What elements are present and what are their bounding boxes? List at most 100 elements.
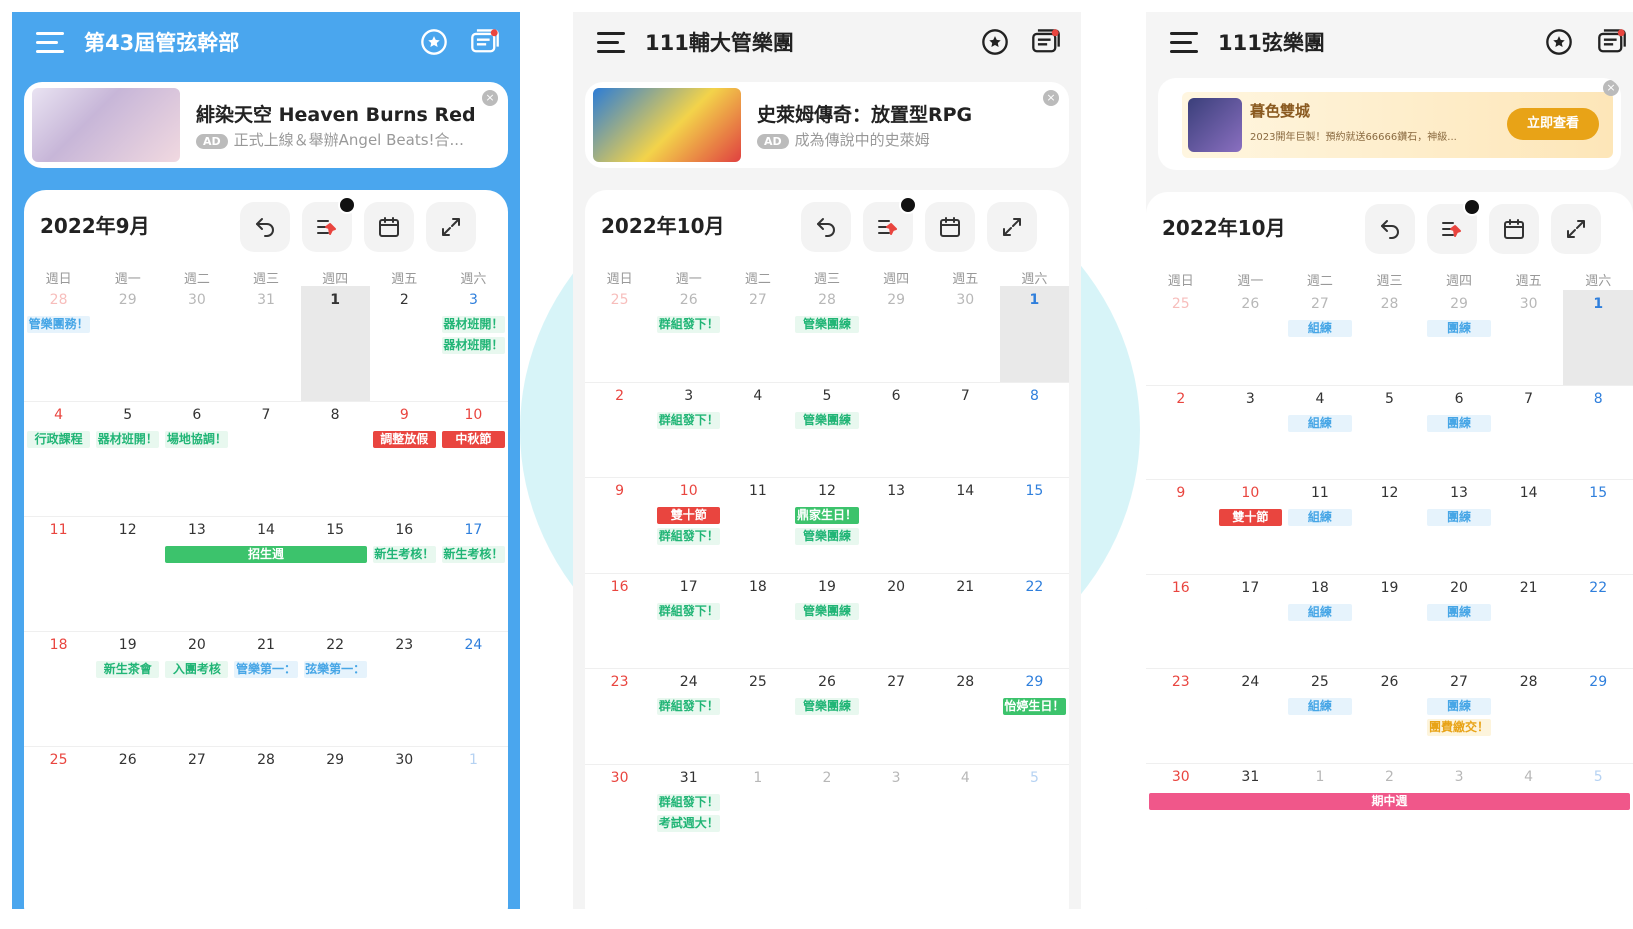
star-circle-icon[interactable] — [420, 28, 448, 56]
day-cell[interactable]: 22 — [301, 637, 370, 653]
undo-button[interactable] — [801, 202, 851, 252]
day-cell[interactable]: 10 — [1216, 485, 1286, 501]
ad-close-icon[interactable]: × — [1603, 80, 1619, 96]
event-chip[interactable]: 組練 — [1288, 320, 1352, 337]
day-cell[interactable]: 31 — [1216, 769, 1286, 785]
day-cell[interactable]: 28 — [1355, 296, 1425, 312]
event-chip[interactable]: 行政課程 — [27, 431, 91, 448]
day-cell[interactable]: 6 — [162, 407, 231, 423]
day-cell[interactable]: 2 — [585, 388, 654, 404]
event-chip[interactable]: 管樂第一： — [234, 661, 298, 678]
chat-icon[interactable] — [1031, 28, 1060, 56]
day-cell[interactable]: 19 — [792, 579, 861, 595]
ad-card[interactable]: 暮色雙城 2023開年巨製！預約就送66666鑽石，神級... 立即查看 — [1182, 92, 1613, 158]
day-cell[interactable]: 28 — [1494, 674, 1564, 690]
day-cell[interactable]: 29 — [1424, 296, 1494, 312]
day-cell[interactable]: 26 — [93, 752, 162, 768]
day-cell[interactable]: 4 — [723, 388, 792, 404]
event-chip[interactable]: 團費繳交！ — [1427, 719, 1491, 736]
day-cell[interactable]: 12 — [93, 522, 162, 538]
day-cell[interactable]: 11 — [1285, 485, 1355, 501]
event-chip[interactable]: 新生考核！ — [372, 546, 436, 563]
event-chip[interactable]: 弦樂第一： — [303, 661, 367, 678]
day-cell[interactable]: 2 — [370, 292, 439, 308]
event-chip[interactable]: 群組發下！ — [657, 698, 721, 715]
day-cell[interactable]: 20 — [862, 579, 931, 595]
day-cell[interactable]: 14 — [931, 483, 1000, 499]
event-chip[interactable]: 管樂團練 — [795, 698, 859, 715]
day-cell[interactable]: 29 — [93, 292, 162, 308]
day-cell[interactable]: 16 — [585, 579, 654, 595]
day-cell[interactable]: 29 — [1000, 674, 1069, 690]
calendar-button[interactable] — [925, 202, 975, 252]
day-cell[interactable]: 28 — [931, 674, 1000, 690]
day-cell[interactable]: 27 — [1424, 674, 1494, 690]
day-cell[interactable]: 3 — [1216, 391, 1286, 407]
event-chip[interactable]: 組練 — [1288, 603, 1352, 621]
day-cell[interactable]: 13 — [162, 522, 231, 538]
ad-close-icon[interactable]: × — [1043, 90, 1059, 106]
menu-icon[interactable] — [597, 32, 627, 54]
day-cell[interactable]: 9 — [370, 407, 439, 423]
expand-button[interactable] — [426, 202, 476, 252]
chat-icon[interactable] — [470, 28, 499, 56]
day-cell[interactable]: 5 — [792, 388, 861, 404]
day-cell[interactable]: 10 — [654, 483, 723, 499]
day-cell[interactable]: 21 — [231, 637, 300, 653]
event-chip[interactable]: 器材班開！ — [96, 431, 160, 448]
day-cell[interactable]: 15 — [1563, 485, 1633, 501]
event-chip[interactable]: 管樂團練 — [795, 602, 859, 620]
day-cell[interactable]: 25 — [24, 752, 93, 768]
chat-icon[interactable] — [1597, 28, 1626, 56]
event-chip[interactable]: 鼎家生日！ — [795, 507, 859, 524]
event-chip[interactable]: 群組發下！ — [657, 793, 721, 811]
menu-icon[interactable] — [1170, 32, 1200, 54]
day-cell[interactable]: 3 — [654, 388, 723, 404]
day-cell[interactable]: 27 — [862, 674, 931, 690]
day-cell[interactable]: 24 — [1216, 674, 1286, 690]
day-cell[interactable]: 16 — [370, 522, 439, 538]
event-chip[interactable]: 招生週 — [165, 546, 367, 563]
day-cell[interactable]: 31 — [654, 770, 723, 786]
day-cell[interactable]: 7 — [231, 407, 300, 423]
day-cell[interactable]: 6 — [1424, 391, 1494, 407]
day-cell[interactable]: 9 — [1146, 485, 1216, 501]
event-chip[interactable]: 器材班開！ — [441, 337, 505, 354]
day-cell[interactable]: 27 — [723, 292, 792, 308]
day-cell[interactable]: 2 — [1146, 391, 1216, 407]
day-cell[interactable]: 1 — [1000, 292, 1069, 308]
day-cell[interactable]: 27 — [162, 752, 231, 768]
event-chip[interactable]: 組練 — [1288, 509, 1352, 526]
day-cell[interactable]: 29 — [1563, 674, 1633, 690]
day-cell[interactable]: 1 — [301, 292, 370, 308]
day-cell[interactable]: 27 — [1285, 296, 1355, 312]
day-cell[interactable]: 25 — [1285, 674, 1355, 690]
event-chip[interactable]: 雙十節 — [657, 507, 721, 524]
day-cell[interactable]: 18 — [24, 637, 93, 653]
day-cell[interactable]: 5 — [93, 407, 162, 423]
event-chip[interactable]: 考試週大！ — [657, 814, 721, 832]
event-chip[interactable]: 群組發下！ — [657, 411, 721, 429]
day-cell[interactable]: 26 — [1216, 296, 1286, 312]
day-cell[interactable]: 7 — [1494, 391, 1564, 407]
event-chip[interactable]: 團練 — [1427, 603, 1491, 621]
calendar-button[interactable] — [1489, 204, 1539, 254]
day-cell[interactable]: 30 — [1494, 296, 1564, 312]
day-cell[interactable]: 14 — [231, 522, 300, 538]
day-cell[interactable]: 26 — [654, 292, 723, 308]
calendar-button[interactable] — [364, 202, 414, 252]
day-cell[interactable]: 20 — [1424, 580, 1494, 596]
star-circle-icon[interactable] — [981, 28, 1009, 56]
undo-button[interactable] — [1365, 204, 1415, 254]
day-cell[interactable]: 4 — [1494, 769, 1564, 785]
event-chip[interactable]: 群組發下！ — [657, 316, 721, 333]
day-cell[interactable]: 23 — [1146, 674, 1216, 690]
pinned-list-button[interactable] — [1427, 198, 1481, 254]
day-cell[interactable]: 13 — [1424, 485, 1494, 501]
day-cell[interactable]: 29 — [301, 752, 370, 768]
day-cell[interactable]: 2 — [792, 770, 861, 786]
day-cell[interactable]: 1 — [723, 770, 792, 786]
day-cell[interactable]: 5 — [1000, 770, 1069, 786]
day-cell[interactable]: 17 — [439, 522, 508, 538]
day-cell[interactable]: 24 — [439, 637, 508, 653]
